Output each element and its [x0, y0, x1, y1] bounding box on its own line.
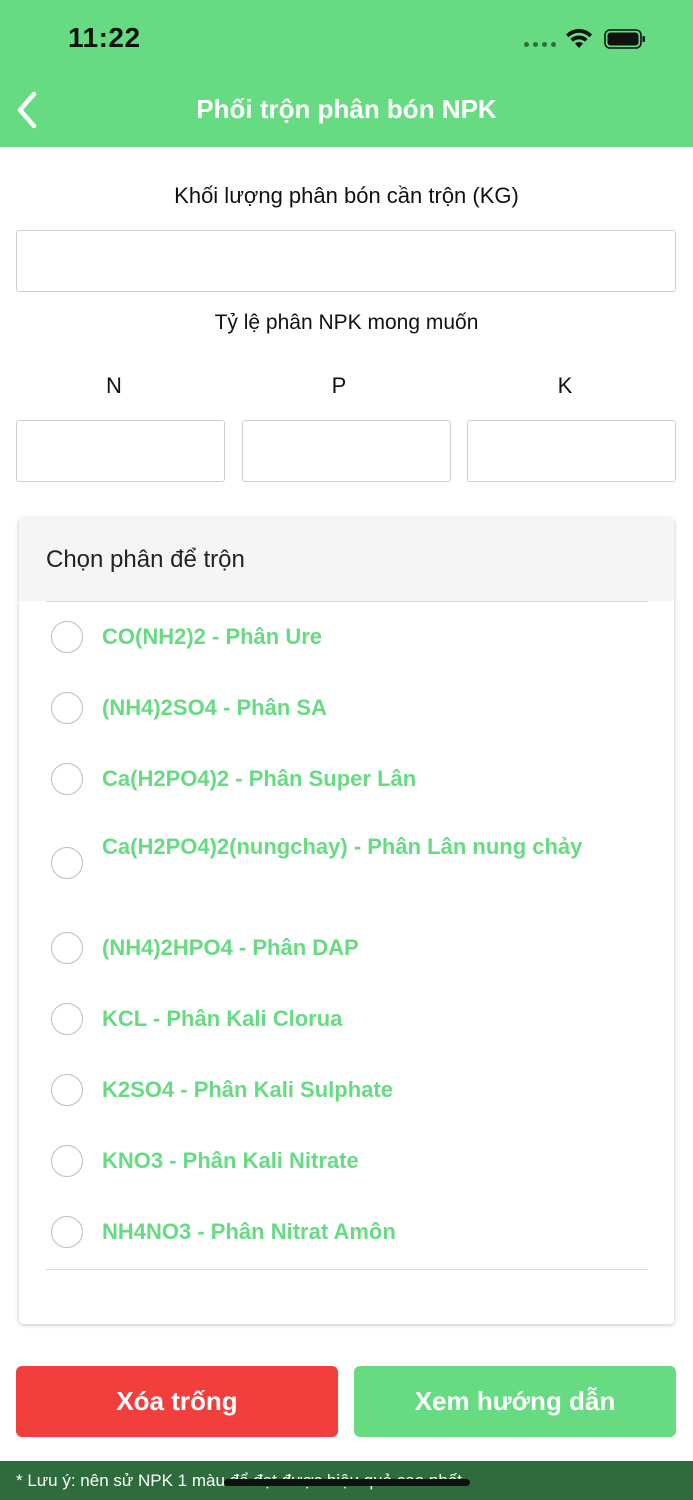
- option-label: KCL - Phân Kali Clorua: [102, 1006, 343, 1031]
- radio-button[interactable]: [51, 692, 83, 724]
- radio-button[interactable]: [51, 847, 83, 879]
- divider: [46, 1269, 648, 1270]
- page-title: Phối trộn phân bón NPK: [196, 94, 497, 124]
- option-label: (NH4)2HPO4 - Phân DAP: [102, 935, 359, 960]
- p-ratio-input[interactable]: [242, 420, 451, 482]
- radio-button[interactable]: [51, 763, 83, 795]
- n-ratio-input[interactable]: [16, 420, 225, 482]
- option-label: Ca(H2PO4)2(nungchay) - Phân Lân nung chả…: [102, 834, 583, 859]
- option-label: NH4NO3 - Phân Nitrat Amôn: [102, 1219, 396, 1244]
- radio-button[interactable]: [51, 1216, 83, 1248]
- card-header: Chọn phân để trộn: [19, 518, 674, 601]
- card-title: Chọn phân để trộn: [46, 546, 245, 573]
- option-label: K2SO4 - Phân Kali Sulphate: [102, 1077, 393, 1102]
- app-header: 11:22 Phối trộn phân bón NPK: [0, 0, 693, 147]
- view-guide-button[interactable]: Xem hướng dẫn: [354, 1366, 676, 1437]
- status-time: 11:22: [68, 22, 141, 53]
- footer-note-bar: * Lưu ý: nên sử NPK 1 màu để đạt được hi…: [0, 1461, 693, 1500]
- option-label: (NH4)2SO4 - Phân SA: [102, 695, 327, 720]
- option-label: KNO3 - Phân Kali Nitrate: [102, 1148, 359, 1173]
- mass-input[interactable]: [16, 230, 676, 292]
- option-label: CO(NH2)2 - Phân Ure: [102, 624, 323, 649]
- cellular-signal-icon: [524, 42, 556, 47]
- radio-button[interactable]: [51, 932, 83, 964]
- k-ratio-input[interactable]: [467, 420, 676, 482]
- fertilizer-picker-card: Chọn phân để trộn CO(NH2)2 - Phân Ure (N…: [19, 518, 674, 1324]
- radio-button[interactable]: [51, 1074, 83, 1106]
- radio-button[interactable]: [51, 1145, 83, 1177]
- home-indicator: [224, 1479, 470, 1486]
- clear-button[interactable]: Xóa trống: [16, 1366, 338, 1437]
- mass-label: Khối lượng phân bón cần trộn (KG): [174, 183, 519, 208]
- n-label: N: [106, 373, 122, 398]
- k-label: K: [557, 373, 573, 398]
- divider: [46, 601, 648, 602]
- wifi-icon: [566, 28, 592, 48]
- radio-button[interactable]: [51, 621, 83, 653]
- ratio-label: Tỷ lệ phân NPK mong muốn: [214, 311, 479, 334]
- option-label: Ca(H2PO4)2 - Phân Super Lân: [102, 766, 417, 791]
- radio-button[interactable]: [51, 1003, 83, 1035]
- battery-icon: [604, 29, 645, 49]
- p-label: P: [331, 373, 347, 398]
